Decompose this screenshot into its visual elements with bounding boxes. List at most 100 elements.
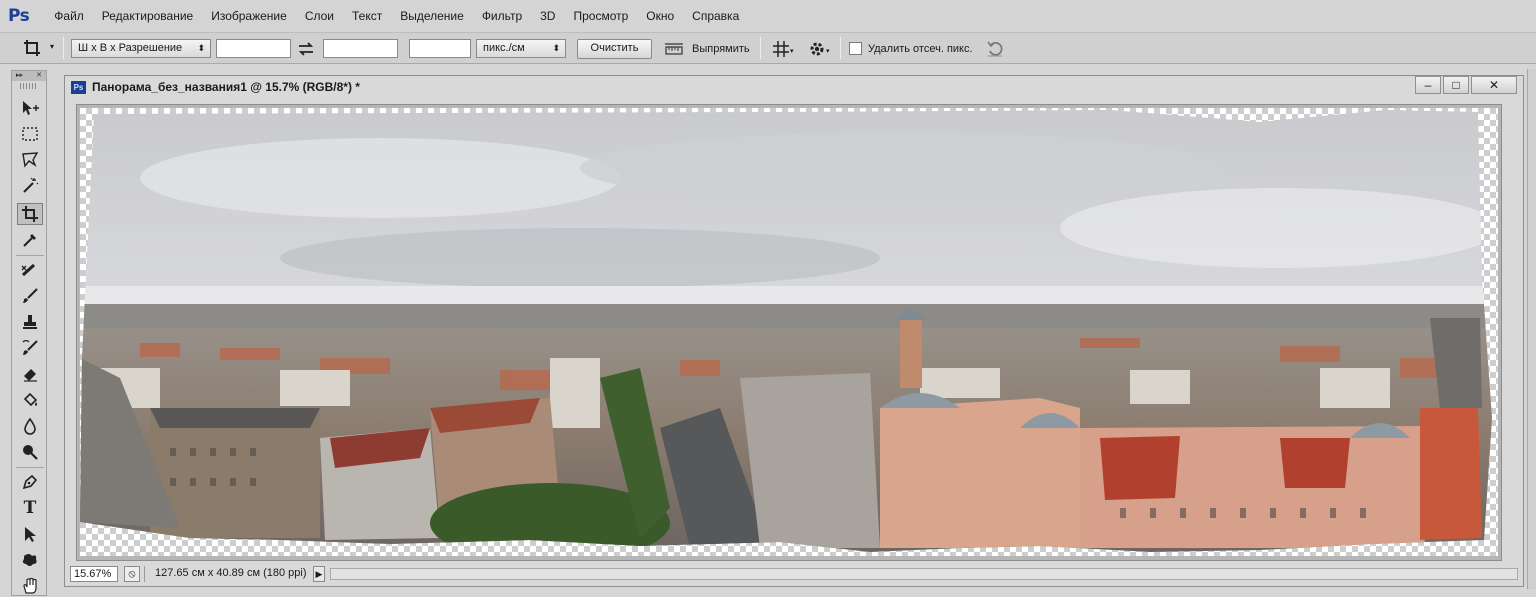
lasso-icon [22,152,39,168]
menu-layers[interactable]: Слои [296,0,343,32]
tool-path-selection[interactable] [17,523,43,545]
width-input[interactable] [216,39,291,58]
divider [840,37,841,59]
tool-clone-stamp[interactable] [17,311,43,333]
panel-edge-scrollbar[interactable] [1527,69,1536,589]
tool-dodge[interactable] [17,441,43,463]
menu-select[interactable]: Выделение [391,0,473,32]
path-selection-icon [25,527,36,542]
menu-help[interactable]: Справка [683,0,748,32]
crop-tool-preset-picker[interactable]: ▾ [20,38,58,58]
swap-icon[interactable] [297,41,315,57]
document-info: 127.65 см x 40.89 см (180 ppi) [144,566,310,582]
crop-icon [22,206,38,222]
tool-spot-healing[interactable] [17,259,43,281]
tool-hand[interactable] [17,575,43,597]
magic-wand-icon [23,177,39,193]
blur-icon [24,417,36,435]
history-brush-icon [22,340,38,355]
delete-cropped-checkbox[interactable] [849,42,862,55]
options-bar: ▾ Ш x В x Разрешение ⬍ пикс./см ⬍ Очисти… [0,32,1536,64]
brush-icon [23,288,38,303]
maximize-button[interactable]: □ [1443,76,1469,94]
tool-move[interactable] [17,97,43,119]
horizontal-scrollbar[interactable] [330,568,1518,580]
status-menu-arrow-icon[interactable]: ▶ [313,566,325,582]
updown-arrow-icon: ⬍ [552,43,560,53]
tool-eraser[interactable] [17,363,43,385]
tool-marquee[interactable] [17,123,43,145]
canvas-area[interactable] [76,104,1502,561]
tool-paint-bucket[interactable] [17,389,43,411]
panorama-image [80,110,1492,552]
tools-panel: ▸▸ ✕ T [11,70,47,596]
close-button[interactable]: ✕ [1471,76,1517,94]
menu-image[interactable]: Изображение [202,0,296,32]
height-input[interactable] [323,39,398,58]
tools-panel-header[interactable]: ▸▸ ✕ [12,71,46,81]
chevron-down-icon: ▾ [790,48,794,55]
resolution-input[interactable] [409,39,471,58]
divider [760,37,761,59]
menu-window[interactable]: Окно [637,0,683,32]
straighten-label[interactable]: Выпрямить [692,41,750,57]
tool-type[interactable]: T [17,497,43,519]
minimize-button[interactable]: – [1415,76,1441,94]
tool-blur[interactable] [17,415,43,437]
crop-icon [24,40,40,56]
hand-icon [23,577,37,594]
proof-icon[interactable]: ⦸ [124,566,140,582]
menu-filter[interactable]: Фильтр [473,0,531,32]
collapse-arrows-icon[interactable]: ▸▸ [16,71,23,81]
type-icon: T [23,498,37,518]
tool-magic-wand[interactable] [17,175,43,197]
clear-button[interactable]: Очистить [577,39,652,59]
chevron-down-icon: ▾ [826,48,830,55]
pen-icon [22,474,38,490]
ratio-select-value: Ш x В x Разрешение [78,42,183,54]
tool-eyedropper[interactable] [17,229,43,251]
menu-edit[interactable]: Редактирование [93,0,202,32]
ratio-select[interactable]: Ш x В x Разрешение ⬍ [71,39,211,58]
reset-icon[interactable] [986,40,1004,58]
document-tab[interactable]: Ps Панорама_без_названия1 @ 15.7% (RGB/8… [65,76,1523,98]
paint-bucket-icon [23,392,38,407]
menu-view[interactable]: Просмотр [564,0,637,32]
document-ps-icon: Ps [71,81,86,94]
canvas[interactable] [80,108,1498,556]
document-window: Ps Панорама_без_названия1 @ 15.7% (RGB/8… [64,75,1524,587]
tool-lasso[interactable] [17,149,43,171]
divider [63,37,64,59]
panel-grip[interactable] [20,83,38,89]
zoom-input[interactable]: 15.67% [70,566,118,582]
menu-bar: Ps Файл Редактирование Изображение Слои … [0,0,1536,32]
eyedropper-icon [23,234,36,247]
shape-icon [22,554,37,566]
eraser-icon [24,369,37,382]
delete-cropped-label[interactable]: Удалить отсеч. пикс. [868,41,973,57]
menu-file[interactable]: Файл [45,0,93,32]
units-select-value: пикс./см [483,42,525,54]
tool-shape[interactable] [17,549,43,571]
overlay-grid-icon[interactable] [772,40,790,58]
divider [16,255,44,256]
menu-3d[interactable]: 3D [531,0,564,32]
units-select[interactable]: пикс./см ⬍ [476,39,566,58]
menu-type[interactable]: Текст [343,0,391,32]
clone-stamp-icon [23,315,37,329]
updown-arrow-icon: ⬍ [197,43,205,53]
marquee-icon [22,127,38,141]
tool-pen[interactable] [17,471,43,493]
spot-healing-icon [21,263,36,277]
gear-icon[interactable] [808,40,826,58]
move-icon [23,101,39,115]
close-icon[interactable]: ✕ [36,71,42,81]
document-title[interactable]: Панорама_без_названия1 @ 15.7% (RGB/8*) … [92,80,360,94]
straighten-icon[interactable] [664,41,684,57]
tool-history-brush[interactable] [17,337,43,359]
tool-brush[interactable] [17,285,43,307]
app-logo[interactable]: Ps [8,6,30,26]
status-bar: 15.67% ⦸ 127.65 см x 40.89 см (180 ppi) … [68,565,1520,583]
tool-crop[interactable] [17,203,43,225]
chevron-down-icon: ▾ [50,42,55,51]
